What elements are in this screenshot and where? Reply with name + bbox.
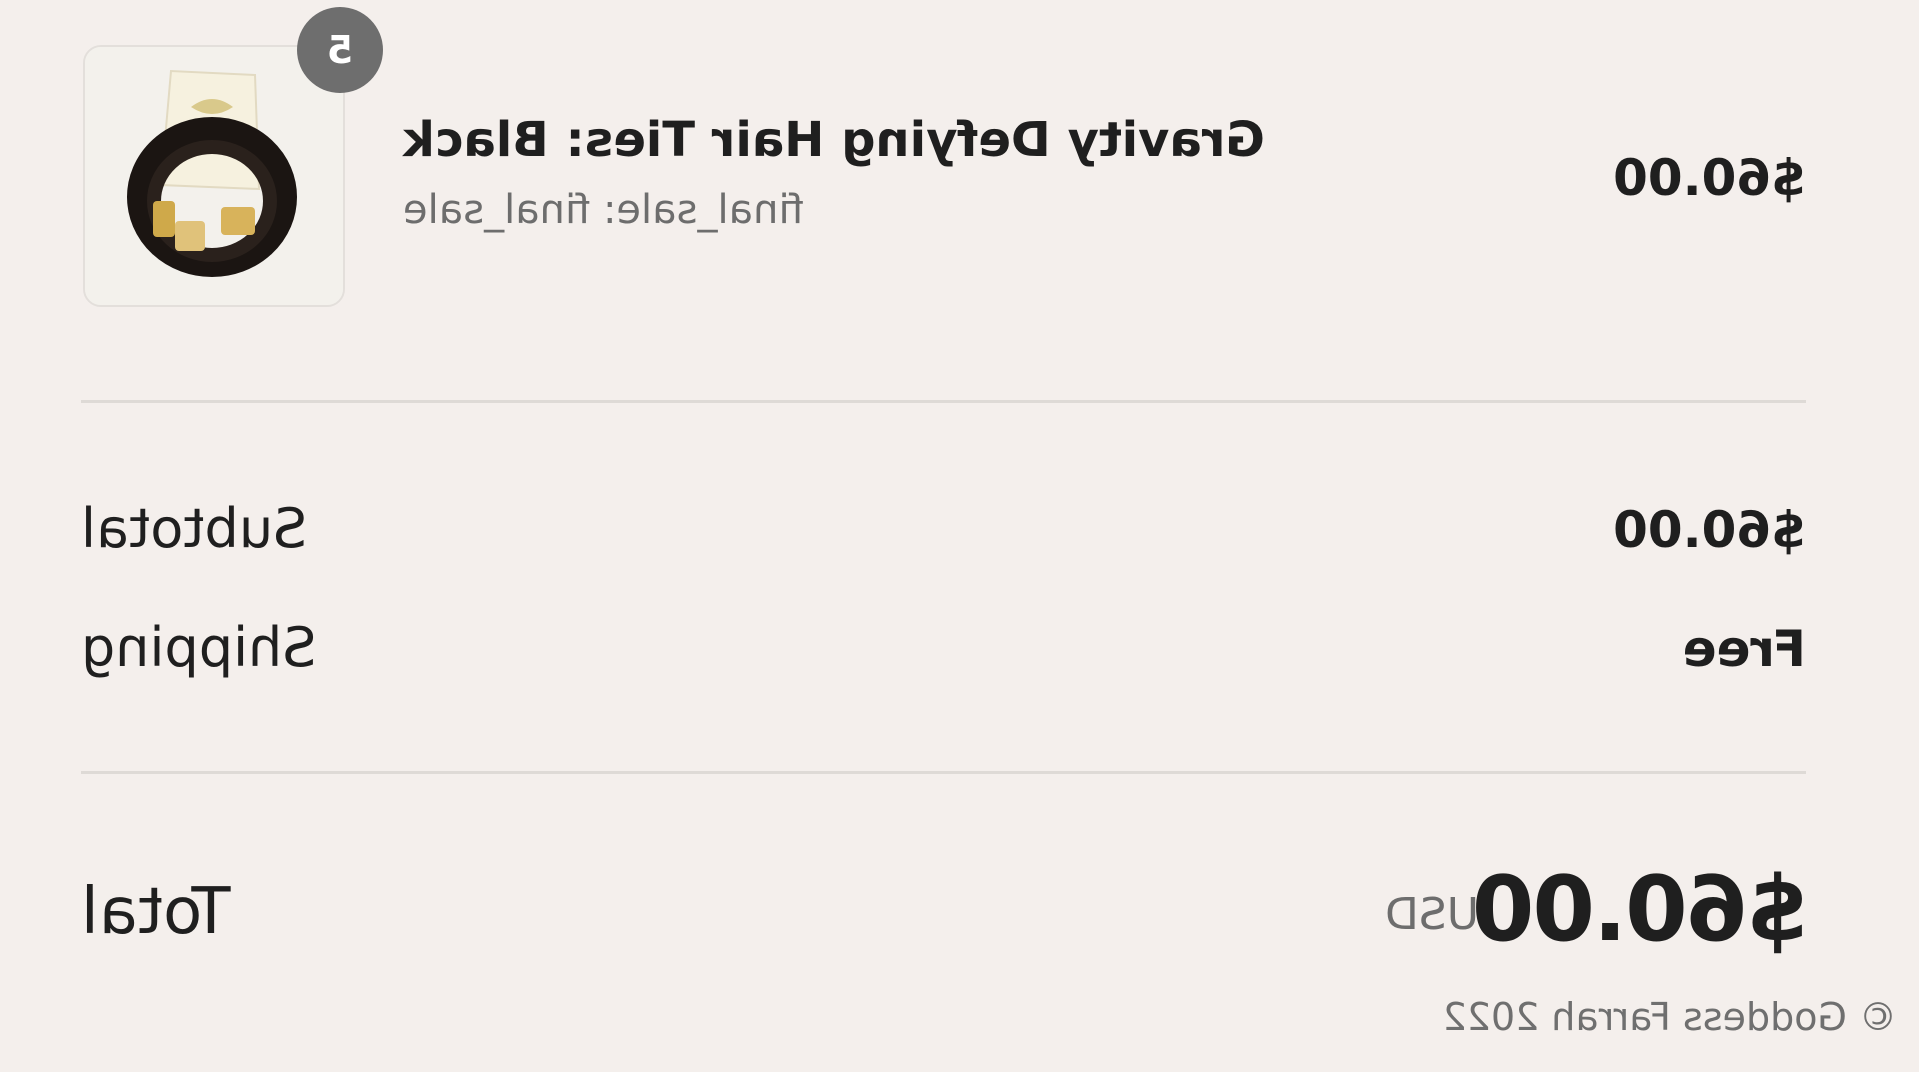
shipping-label: Shipping <box>81 616 317 679</box>
product-price: $60.00 <box>1613 149 1806 207</box>
product-title: Gravity Defying Hair Ties: Black <box>403 112 1265 168</box>
order-summary-page: 5 Gravity Defying Hair Ties: Black final… <box>0 0 1919 1072</box>
product-variant: final_sale: final_sale <box>403 187 804 233</box>
hair-ties-product-image <box>83 47 343 307</box>
shipping-value: Free <box>1682 620 1806 678</box>
total-currency: USD <box>1384 889 1479 940</box>
divider <box>81 400 1806 403</box>
quantity-badge: 5 <box>297 7 383 93</box>
subtotal-label: Subtotal <box>81 497 308 560</box>
copyright-footer: © Goddess Farrah 2022 <box>1442 995 1897 1039</box>
total-amount: $60.00 <box>1473 857 1809 962</box>
total-label: Total <box>81 875 231 949</box>
product-thumbnail <box>83 45 345 307</box>
subtotal-value: $60.00 <box>1613 501 1806 559</box>
divider <box>81 771 1806 774</box>
